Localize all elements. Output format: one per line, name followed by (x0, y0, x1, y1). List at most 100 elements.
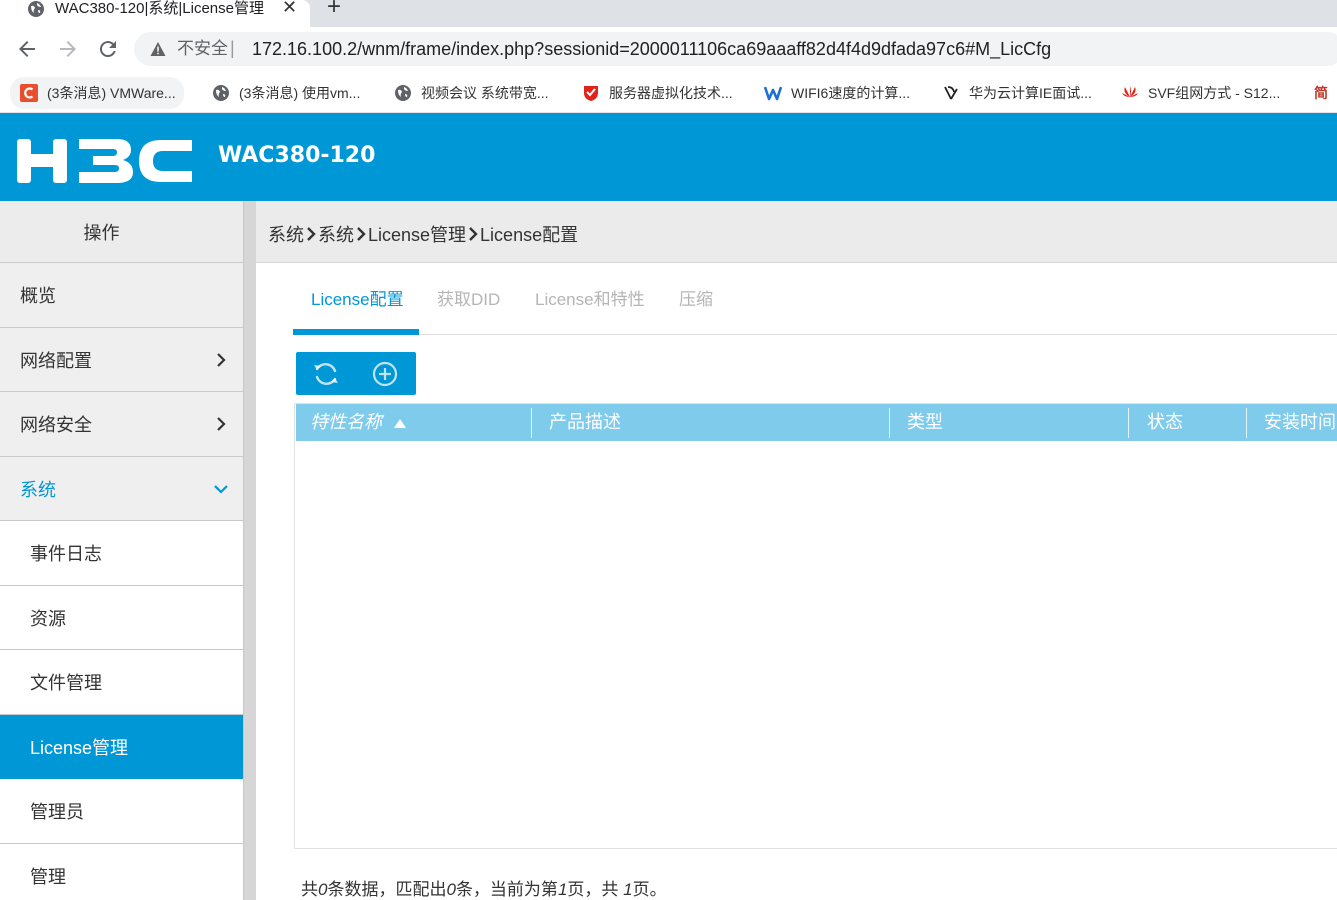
insecure-label[interactable]: 不安全 (177, 39, 228, 59)
ribbon-icon (944, 86, 958, 100)
tab-license-and-features[interactable]: License和特性 (535, 272, 645, 334)
column-header-label: 特性名称 (310, 412, 382, 432)
globe-icon (213, 85, 229, 101)
sidebar-item-overview[interactable]: 概览 (0, 263, 243, 328)
pagination-info: 共0条数据，匹配出0条，当前为第1页，共 1页。 (301, 875, 667, 900)
sidebar-item-label: 系统 (20, 479, 56, 500)
bookmark-label: WIFI6速度的计算... (791, 85, 910, 101)
pager-text: 页。 (632, 880, 667, 899)
column-divider[interactable] (1246, 408, 1247, 438)
current-page: 1 (557, 880, 568, 899)
bookmark-item[interactable]: 简 (1314, 73, 1328, 113)
bookmark-item[interactable]: SVF组网方式 - S12... (1121, 73, 1280, 113)
column-header-install-time[interactable]: 安装时间 (1264, 404, 1336, 441)
address-bar[interactable]: 不安全 | 172.16.100.2/wnm/frame/index.php?s… (134, 32, 1337, 66)
column-divider[interactable] (531, 408, 532, 438)
sidebar-item-label: 管理员 (30, 802, 84, 822)
chevron-right-icon (217, 417, 226, 431)
active-tab-indicator (293, 329, 419, 335)
chevron-right-icon (217, 352, 226, 367)
bookmarks-bar: (3条消息) VMWare... (3条消息) 使用vm... 视频会议 系统带… (0, 73, 1337, 113)
bookmark-label: (3条消息) 使用vm... (239, 85, 361, 101)
matched-count: 0 (446, 880, 456, 899)
column-divider[interactable] (889, 408, 890, 438)
pager-text: 条数据，匹配出 (327, 880, 447, 899)
sidebar-item-management[interactable]: 管理 (0, 844, 243, 900)
breadcrumb-item[interactable]: 系统 (318, 221, 354, 247)
sidebar-item-network-security[interactable]: 网络安全 (0, 392, 243, 457)
chevron-right-icon (469, 227, 478, 241)
sidebar-item-administrators[interactable]: 管理员 (0, 779, 243, 844)
new-tab-button[interactable]: + (327, 0, 341, 19)
chevron-down-icon (214, 484, 228, 494)
breadcrumb-item[interactable]: License管理 (368, 221, 466, 247)
sidebar-item-resources[interactable]: 资源 (0, 586, 243, 650)
close-tab-icon[interactable]: ✕ (282, 0, 297, 16)
sidebar-item-network-config[interactable]: 网络配置 (0, 328, 243, 392)
sidebar-item-label: 事件日志 (30, 544, 102, 564)
bookmark-item[interactable]: (3条消息) 使用vm... (212, 73, 360, 113)
huawei-icon (1122, 86, 1138, 97)
bookmark-label: 视频会议 系统带宽... (421, 85, 549, 101)
pager-text: 共 (301, 880, 318, 899)
bookmark-item[interactable]: 华为云计算IE面试... (942, 73, 1092, 113)
sidebar-header: 操作 (0, 201, 243, 263)
bookmark-item[interactable]: 视频会议 系统带宽... (394, 73, 549, 113)
sidebar-item-event-log[interactable]: 事件日志 (0, 521, 243, 586)
refresh-icon[interactable] (310, 358, 342, 390)
sidebar-header-label: 操作 (83, 222, 120, 243)
bookmark-item[interactable]: WIFI6速度的计算... (764, 73, 910, 113)
browser-tab[interactable]: WAC380-120|系统|License管理 ✕ (0, 0, 310, 27)
chevron-right-icon (357, 227, 366, 241)
shield-icon (584, 86, 598, 101)
browser-tab-strip: WAC380-120|系统|License管理 ✕ + (0, 0, 1337, 27)
bookmark-label: 简 (1314, 85, 1328, 101)
column-header-product-desc[interactable]: 产品描述 (549, 404, 621, 441)
sidebar-item-label: 管理 (30, 866, 66, 887)
sidebar-item-label: License管理 (30, 738, 129, 758)
grid-toolbar (296, 352, 416, 395)
column-divider[interactable] (1128, 408, 1129, 438)
bookmark-item[interactable]: (3条消息) VMWare... (10, 77, 184, 109)
sidebar-item-file-management[interactable]: 文件管理 (0, 650, 243, 715)
sidebar-item-label: 文件管理 (30, 673, 102, 693)
globe-icon (395, 85, 411, 101)
sort-ascending-icon (394, 418, 406, 428)
column-header-status[interactable]: 状态 (1147, 404, 1183, 441)
sidebar: 操作 概览 网络配置 网络安全 系统 事件日志 资源 文件管理 License管… (0, 201, 243, 900)
forward-arrow-icon[interactable] (56, 37, 80, 61)
sidebar-item-label: 资源 (30, 608, 66, 629)
total-pages: 1 (623, 880, 633, 899)
sidebar-item-label: 网络安全 (20, 415, 92, 435)
column-header-type[interactable]: 类型 (907, 404, 943, 441)
tab-compress[interactable]: 压缩 (679, 272, 713, 334)
table-header: 特性名称 产品描述 类型 状态 安装时间 (296, 404, 1337, 441)
bookmark-label: (3条消息) VMWare... (47, 85, 176, 101)
tab-bar: License配置 获取DID License和特性 压缩 (292, 272, 1337, 335)
license-table: 特性名称 产品描述 类型 状态 安装时间 (294, 403, 1337, 849)
bookmark-item[interactable]: 服务器虚拟化技术... (582, 73, 733, 113)
w-icon (764, 86, 782, 101)
url-text[interactable]: 172.16.100.2/wnm/frame/index.php?session… (252, 38, 1051, 60)
sidebar-item-license-management[interactable]: License管理 (0, 715, 243, 779)
url-separator: | (230, 38, 235, 58)
add-circle-icon[interactable] (369, 358, 401, 390)
sidebar-item-system[interactable]: 系统 (0, 457, 243, 521)
breadcrumb-item[interactable]: 系统 (268, 221, 304, 247)
breadcrumb-bar: 系统 系统 License管理 License配置 (256, 201, 1337, 263)
reload-icon[interactable] (96, 37, 120, 61)
column-header-feature-name[interactable]: 特性名称 (310, 404, 406, 441)
browser-tab-title: WAC380-120|系统|License管理 (55, 0, 264, 17)
chevron-right-icon (307, 227, 316, 241)
app-header: WAC380-120 (0, 113, 1337, 201)
bookmark-label: 服务器虚拟化技术... (609, 85, 733, 101)
tab-license-config[interactable]: License配置 (311, 272, 404, 334)
tab-get-did[interactable]: 获取DID (437, 272, 500, 334)
sidebar-item-label: 概览 (20, 286, 56, 306)
bookmark-label: 华为云计算IE面试... (969, 85, 1092, 101)
device-name: WAC380-120 (218, 143, 376, 168)
browser-toolbar: 不安全 | 172.16.100.2/wnm/frame/index.php?s… (0, 27, 1337, 73)
back-arrow-icon[interactable] (15, 37, 39, 61)
bookmark-label: SVF组网方式 - S12... (1148, 85, 1281, 101)
sidebar-scrollbar[interactable] (243, 201, 256, 900)
